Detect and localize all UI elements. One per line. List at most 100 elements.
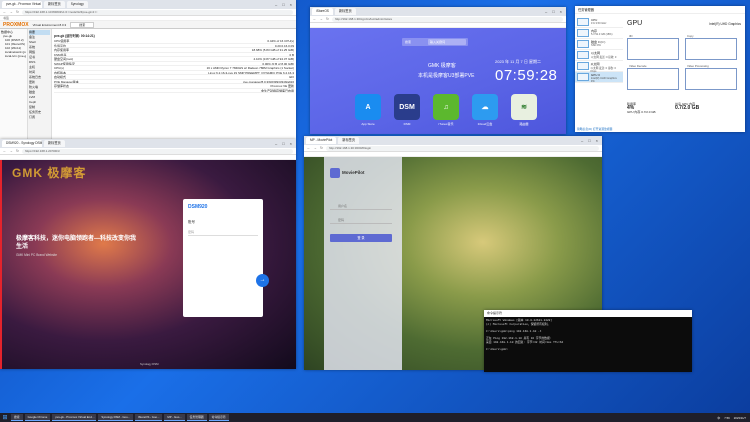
tm-footer-links[interactable]: 简略信息(D) 打开资源监视器 [577, 127, 612, 131]
taskbar-item[interactable]: iStoreOS - Goo... [134, 414, 163, 421]
minimize-icon[interactable]: – [275, 141, 277, 146]
close-icon[interactable]: × [290, 2, 292, 7]
brand-logo: GMK 极摩客 [12, 166, 87, 180]
password-field[interactable]: 密码 [188, 230, 258, 236]
login-title: DSM920 [188, 204, 208, 210]
minimize-icon[interactable]: – [545, 9, 547, 14]
tab-pve[interactable]: pve-gk - Proxmox Virtual Envir... [2, 1, 42, 8]
back-icon[interactable]: ← [3, 149, 7, 153]
taskbar-item[interactable]: 任务管理器 [186, 414, 207, 421]
windows-start-icon[interactable]: ⊞ [1, 414, 9, 422]
clock-date[interactable]: 2023/11/7 [734, 416, 746, 420]
reload-icon[interactable]: ↻ [320, 146, 323, 150]
pve-version: Virtual Environment 8.0.3 [32, 22, 67, 27]
reload-icon[interactable]: ↻ [16, 149, 19, 153]
perf-item-cpu[interactable]: CPU 1% 3.50 GHz [575, 17, 623, 28]
perf-item-memory[interactable]: 内存 5.7/31.3 GB (18%) [575, 28, 623, 39]
music-icon: ♫ [433, 94, 459, 120]
input-language[interactable]: 中 [717, 416, 720, 420]
maximize-icon[interactable]: □ [282, 141, 284, 146]
username-input[interactable]: 用户名 [330, 202, 392, 210]
tab-bar: iStoreOS 新标签页 – □ × [310, 7, 566, 16]
taskbar: ⊞ 搜索 Google Chrome pve-gk - Proxmox Virt… [0, 413, 750, 422]
maximize-icon[interactable]: □ [282, 2, 284, 7]
cmd-output[interactable]: Microsoft Windows [版本 10.0.22621.2428] (… [484, 317, 692, 353]
window-controls: – □ × [275, 2, 294, 7]
tab-synology[interactable]: Synology [66, 1, 88, 8]
tree-item[interactable]: local-lvm (pve-gk) [1, 54, 26, 58]
tab-dsm[interactable]: DSM920 - Synology DSM [2, 140, 42, 147]
perf-item-ethernet-2[interactable]: 以太网 以太网 发送: 0 接收: 0 Kbps [575, 61, 623, 73]
node-nav: 摘要 备注 Shell 系统 网络 证书 DNS 主机 时间 系统日志 更新 防… [28, 29, 52, 139]
app-router[interactable]: ≋ 路由器 [510, 94, 538, 126]
forward-icon[interactable]: → [320, 17, 324, 21]
pve-logo: PROXMOX [3, 21, 29, 28]
reload-icon[interactable]: ↻ [326, 17, 329, 21]
taskbar-item[interactable]: Synology DSM - Goo... [98, 414, 133, 421]
back-icon[interactable]: ← [307, 146, 311, 150]
taskbar-item[interactable]: Google Chrome [24, 414, 51, 421]
window-controls: – □ × [581, 138, 600, 143]
tab-new[interactable]: 新标签页 [334, 8, 356, 15]
gpu-graph-video-processing: Video Processing [685, 64, 737, 90]
app-icloud[interactable]: ☁ iCloud云盘 [471, 94, 499, 126]
app-label: DSM [403, 122, 411, 126]
url-field[interactable]: http://192.168.1.30/cgi-bin/luci/admin/i… [331, 16, 563, 22]
system-tray: 中 7:59 2023/11/7 [717, 416, 750, 420]
pve-search[interactable]: 搜索 [70, 21, 95, 28]
tab-bar: MP - MoviePilot 新标签页 – □ × [304, 136, 602, 145]
close-icon[interactable]: × [596, 138, 598, 143]
app-dsm[interactable]: DSM DSM [393, 94, 421, 126]
footer-text: Synology DSM [140, 362, 159, 366]
url-field[interactable]: http://192.168.1.30:3000/#/login [325, 145, 599, 151]
perf-item-ethernet[interactable]: 以太网 以太网 发送: 0 接收: 0 [575, 50, 623, 61]
search-input[interactable]: 输入关键词 [428, 39, 466, 45]
forward-icon[interactable]: → [314, 146, 318, 150]
app-music[interactable]: ♫ iTunes音乐 [432, 94, 460, 126]
perf-item-gpu[interactable]: GPU 0 Intel(R) UHD Graphics 3% [575, 72, 623, 83]
close-icon[interactable]: × [560, 9, 562, 14]
forward-icon[interactable]: → [10, 149, 14, 153]
app-label: 路由器 [519, 122, 529, 126]
tm-title: 任务管理器 [575, 6, 745, 14]
tab-new[interactable]: 新标签页 [44, 140, 65, 147]
summary-title: pve-gk (运行时间: 00:14:21) [54, 34, 95, 38]
tab-new[interactable]: 新标签页 [338, 137, 360, 144]
back-icon[interactable]: ← [3, 10, 7, 14]
login-arrow-button[interactable]: → [256, 274, 269, 287]
address-bar: ← → ↻ http://192.168.1.30/cgi-bin/luci/a… [310, 16, 566, 23]
nav-item[interactable]: 订阅 [29, 115, 50, 120]
tab-mp[interactable]: MP - MoviePilot [306, 137, 337, 144]
login-button[interactable]: 登 录 [330, 234, 392, 242]
perf-item-disk[interactable]: 磁盘 0 (C:) SSD 0% [575, 39, 623, 50]
pve-browser-window: pve-gk - Proxmox Virtual Envir... 新标签页 S… [0, 0, 296, 139]
tab-bar: pve-gk - Proxmox Virtual Envir... 新标签页 S… [0, 0, 296, 9]
taskbar-item[interactable]: 搜索 [11, 414, 23, 421]
password-input[interactable]: 密码 [330, 216, 392, 224]
tab-new[interactable]: 新标签页 [44, 1, 65, 8]
taskbar-item[interactable]: pve-gk - Proxmox Virtual Envi... [52, 414, 97, 421]
app-app-store[interactable]: A App Store [354, 94, 382, 126]
tab-istore[interactable]: iStoreOS [312, 8, 333, 15]
taskbar-item[interactable]: MP - Goo... [164, 414, 185, 421]
app-label: iTunes音乐 [438, 122, 454, 126]
minimize-icon[interactable]: – [275, 2, 277, 7]
maximize-icon[interactable]: □ [552, 9, 554, 14]
app-label: iCloud云盘 [477, 122, 493, 126]
gpu-graph-3d: 3D [627, 34, 679, 60]
back-icon[interactable]: ← [313, 17, 317, 21]
brand-line: GMK 极摩客 [428, 63, 456, 69]
url-field[interactable]: https://192.168.1.10:8006/#v1:0:=node%2F… [21, 9, 293, 15]
reload-icon[interactable]: ↻ [16, 10, 19, 14]
minimize-icon[interactable]: – [581, 138, 583, 143]
address-bar: ← → ↻ https://192.168.1.20:5001/ [0, 148, 296, 155]
clock-time[interactable]: 7:59 [724, 416, 729, 420]
forward-icon[interactable]: → [10, 10, 14, 14]
close-icon[interactable]: × [290, 141, 292, 146]
maximize-icon[interactable]: □ [588, 138, 590, 143]
taskbar-item[interactable]: 命令提示符 [208, 414, 229, 421]
cmd-window: 命令提示符 Microsoft Windows [版本 10.0.22621.2… [484, 310, 692, 372]
url-field[interactable]: https://192.168.1.20:5001/ [21, 148, 293, 154]
gpu-graph-video-decode: Video Decode [627, 64, 679, 90]
tab-bar: DSM920 - Synology DSM 新标签页 – □ × [0, 139, 296, 148]
